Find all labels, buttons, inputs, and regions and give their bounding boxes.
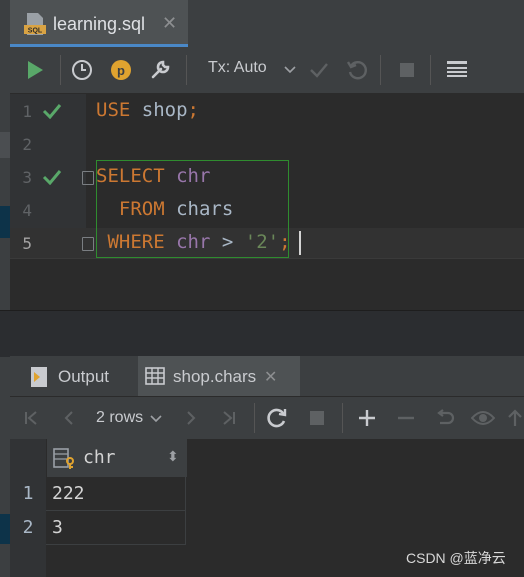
commit-button[interactable] [306,57,332,83]
toolbar-separator [380,55,381,85]
line-number: 4 [22,201,32,220]
results-tab-bar: Output shop.chars ✕ [10,356,524,397]
toolbar-separator [254,403,255,433]
last-page-button[interactable] [216,405,242,431]
table-layout-icon [447,61,467,77]
sql-keyword: ; [187,99,199,121]
first-page-button[interactable] [18,405,44,431]
toolbar-separator [186,55,187,85]
reload-icon [267,408,287,428]
svg-text:p: p [117,63,125,78]
rows-count-label: 2 rows [96,409,144,426]
minus-icon [398,416,414,420]
last-page-icon [223,411,235,425]
tool-strip-marker [0,132,10,158]
code-line-1: USE shop; [96,99,199,121]
eye-icon [471,411,495,425]
text-caret [299,231,301,255]
parameters-button[interactable]: p [108,57,134,83]
previous-page-button[interactable] [56,405,82,431]
delete-row-button[interactable] [393,405,419,431]
tab-output-label: Output [58,367,110,386]
editor-bottom-area [10,258,524,311]
toolbar-separator [60,55,61,85]
row-number: 1 [10,477,46,511]
undo-icon [437,409,455,425]
tool-strip-marker [0,206,10,238]
tab-output[interactable]: Output [24,356,134,396]
sql-file-icon: SQL [24,13,46,35]
statement-highlight-box [96,160,289,258]
chevron-down-icon [150,415,162,423]
line-number: 2 [22,135,32,154]
editor-tab-label: learning.sql [53,14,146,34]
tab-shop-chars[interactable]: shop.chars ✕ [138,356,300,396]
history-button[interactable] [69,57,95,83]
watermark: CSDN @蓝净云 [406,550,506,566]
rows-count-dropdown[interactable]: 2 rows [90,397,170,439]
close-tab-icon[interactable]: ✕ [162,13,177,34]
line-number: 1 [22,102,32,121]
svg-text:SQL: SQL [28,28,43,35]
grid-corner [10,439,46,477]
sql-text: shop [130,99,188,121]
reload-button[interactable] [264,405,290,431]
cancel-query-button[interactable] [304,405,330,431]
clock-icon [72,60,92,80]
column-key-icon [53,448,74,469]
plus-icon [359,410,375,426]
arrow-up-icon [508,409,522,426]
toolbar-separator [342,403,343,433]
tool-strip-marker [0,514,10,544]
p-badge-icon: p [111,60,131,80]
column-name: chr [83,447,116,468]
run-button[interactable] [22,57,48,83]
chevron-right-icon [187,411,196,425]
stop-button[interactable] [394,57,420,83]
stop-icon [400,63,414,77]
panel-divider[interactable] [0,310,524,357]
first-page-icon [25,411,37,425]
chevron-down-icon [284,66,296,74]
output-layout-button[interactable] [444,57,470,83]
run-play-icon [28,61,43,79]
toolbar-separator [430,55,431,85]
fold-marker-icon[interactable] [82,237,94,251]
add-row-button[interactable] [354,405,380,431]
sql-keyword: USE [96,99,131,121]
wrench-icon [151,60,170,79]
settings-button[interactable] [147,57,173,83]
executed-check-icon [42,104,62,119]
rollback-button[interactable] [344,57,370,83]
next-page-button[interactable] [178,405,204,431]
submit-button[interactable] [506,405,524,431]
executed-check-icon [42,170,62,185]
editor-toolbar: p Tx: Auto [10,47,524,94]
stop-icon [310,411,324,425]
commit-check-icon [310,63,328,78]
output-console-icon [31,367,47,387]
row-header-filler [10,545,46,577]
tx-mode-label: Tx: Auto [208,59,267,76]
row-number: 2 [10,511,46,545]
editor-tab-bar: SQL learning.sql ✕ [10,0,524,47]
line-number: 5 [22,234,32,253]
rollback-icon [346,61,367,80]
tx-mode-dropdown[interactable]: Tx: Auto [200,47,296,93]
editor-tab-learning-sql[interactable]: SQL learning.sql ✕ [10,0,188,47]
line-number: 3 [22,168,32,187]
column-header-chr[interactable]: chr ⬍ [46,439,187,477]
table-cell[interactable]: 3 [46,511,186,545]
left-tool-strip [0,0,10,577]
fold-marker-icon[interactable] [82,171,94,185]
close-tab-icon[interactable]: ✕ [264,367,277,387]
sort-icon[interactable]: ⬍ [167,448,179,465]
tab-shop-chars-label: shop.chars [173,367,257,386]
preview-button[interactable] [470,405,496,431]
revert-button[interactable] [432,405,458,431]
chevron-left-icon [64,411,73,425]
results-toolbar: 2 rows [10,397,524,439]
table-cell[interactable]: 222 [46,477,186,511]
table-icon [145,367,165,385]
